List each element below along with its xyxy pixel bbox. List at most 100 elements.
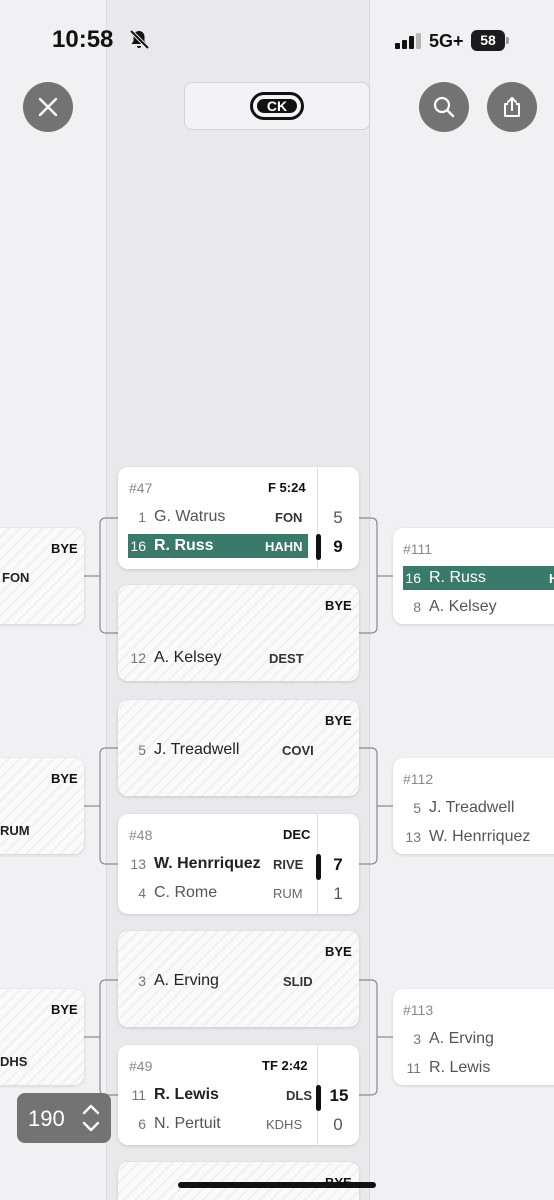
team-code: DEST — [269, 650, 304, 666]
close-button[interactable] — [23, 82, 73, 132]
team-code: COVI — [282, 742, 314, 758]
team-code: FON — [2, 570, 30, 585]
match-card-113[interactable]: #113 3 A. Erving S 11 R. Lewis — [393, 989, 554, 1085]
battery-level: 58 — [471, 30, 505, 51]
bye-card-erving[interactable]: BYE 3 A. Erving SLID — [118, 931, 359, 1027]
competitor-row: 3 A. Erving S — [403, 1027, 554, 1051]
seed: 13 — [130, 856, 146, 872]
match-number: #111 — [403, 541, 433, 557]
seed: 4 — [138, 885, 146, 901]
competitor-row: 13 W. Henrriquez R — [403, 825, 554, 849]
match-result-status: DEC — [283, 827, 311, 842]
bye-label: BYE — [325, 713, 352, 728]
competitor-row: 12 A. Kelsey DEST — [128, 646, 318, 670]
seed: 11 — [131, 1087, 146, 1103]
seed: 11 — [406, 1060, 421, 1076]
team-code: HAHN — [265, 538, 303, 554]
close-icon — [38, 97, 58, 117]
home-indicator[interactable] — [178, 1182, 376, 1188]
wrestler-name: R. Russ — [429, 569, 486, 586]
match-number: #48 — [129, 827, 153, 843]
competitor-row: 1 G. Watrus FON — [128, 505, 308, 529]
bye-label: BYE — [51, 771, 78, 786]
competitor-row: 3 A. Erving SLID — [128, 969, 318, 993]
competitor-row: 8 A. Kelsey DE — [403, 595, 554, 619]
cellular-signal-icon — [395, 33, 421, 49]
competitor-row: 5 J. Treadwell COVI — [128, 738, 318, 762]
bye-card-treadwell[interactable]: BYE 5 J. Treadwell COVI — [118, 700, 359, 796]
team-code: DHS — [0, 1054, 28, 1069]
competitor-row-winner: 16 R. Russ HAHN — [128, 534, 308, 558]
left-match-card-3[interactable]: BYE DHS — [0, 989, 84, 1085]
wrestler-name: C. Rome — [154, 884, 218, 901]
wrestler-name: R. Lewis — [154, 1086, 219, 1103]
bye-label: BYE — [325, 944, 352, 959]
match-card-112[interactable]: #112 5 J. Treadwell C 13 W. Henrriquez R — [393, 758, 554, 854]
score: 5 — [333, 508, 343, 527]
score: 7 — [333, 855, 343, 874]
team-code: KDHS — [266, 1116, 303, 1132]
network-type: 5G+ — [429, 31, 464, 51]
weight-class-stepper[interactable]: 190 — [17, 1093, 111, 1143]
battery-icon: 58 — [471, 30, 509, 51]
competitor-row-winner: 13 W. Henrriquez RIVE — [128, 852, 308, 876]
match-number: #112 — [403, 771, 434, 787]
match-card-47[interactable]: #47 F 5:24 1 G. Watrus FON 16 R. Russ HA… — [118, 467, 359, 569]
weight-class-value: 190 — [28, 1106, 65, 1131]
wrestler-name: W. Henrriquez — [429, 828, 531, 845]
seed: 13 — [405, 829, 421, 845]
seed: 5 — [138, 742, 146, 758]
seed: 16 — [405, 570, 421, 586]
wrestler-name: J. Treadwell — [429, 799, 515, 816]
match-card-49[interactable]: #49 TF 2:42 11 R. Lewis DLS 6 N. Pertuit… — [118, 1045, 359, 1145]
score: 15 — [329, 1086, 349, 1105]
bye-card-kelsey[interactable]: BYE 12 A. Kelsey DEST — [118, 585, 359, 681]
wrestler-name: W. Henrriquez — [154, 855, 261, 872]
brand-logo: CK — [184, 82, 370, 130]
bye-card-partial[interactable]: BYE — [118, 1162, 359, 1200]
wrestler-name: R. Lewis — [429, 1059, 491, 1076]
left-match-card-2[interactable]: BYE RUM — [0, 758, 84, 854]
wrestler-name: A. Kelsey — [429, 598, 497, 615]
competitor-row-winner: 11 R. Lewis DLS — [128, 1083, 312, 1107]
winner-indicator — [316, 854, 321, 880]
team-code: SLID — [283, 973, 313, 989]
bye-label: BYE — [51, 1002, 78, 1017]
bell-muted-icon — [129, 29, 150, 50]
team-code: RIVE — [273, 856, 304, 872]
score: 1 — [333, 884, 343, 903]
seed: 3 — [138, 973, 146, 989]
seed: 5 — [413, 800, 421, 816]
match-card-48[interactable]: #48 DEC 13 W. Henrriquez RIVE 4 C. Rome … — [118, 814, 359, 914]
match-number: #49 — [129, 1058, 153, 1074]
team-code: DLS — [286, 1087, 312, 1103]
team-code: RUM — [0, 823, 30, 838]
match-result-status: TF 2:42 — [262, 1058, 308, 1073]
share-icon — [504, 97, 520, 117]
score: 0 — [333, 1115, 343, 1134]
search-button[interactable] — [419, 82, 469, 132]
team-code: HA — [549, 570, 554, 586]
competitor-row: 5 J. Treadwell C — [403, 796, 554, 820]
wrestler-name: R. Russ — [154, 537, 214, 554]
competitor-row: 4 C. Rome RUM — [128, 881, 308, 905]
seed: 12 — [130, 650, 146, 666]
bye-label: BYE — [51, 541, 78, 556]
bye-label: BYE — [325, 598, 352, 613]
status-time: 10:58 — [52, 26, 114, 53]
match-card-111[interactable]: #111 16 R. Russ HA 8 A. Kelsey DE — [393, 528, 554, 624]
seed: 8 — [413, 599, 421, 615]
left-match-card-1[interactable]: BYE FON — [0, 528, 84, 624]
seed: 1 — [138, 509, 146, 525]
logo-icon: CK — [250, 92, 304, 120]
status-bar: 10:58 5G+ 58 — [0, 0, 554, 70]
competitor-row: 11 R. Lewis — [403, 1056, 554, 1080]
competitor-row: 6 N. Pertuit KDHS — [128, 1112, 308, 1136]
score: 9 — [333, 537, 343, 556]
competitor-row-winner: 16 R. Russ HA — [403, 566, 554, 590]
team-code: FON — [275, 509, 303, 525]
seed: 6 — [138, 1116, 146, 1132]
team-code: RUM — [273, 885, 303, 901]
stepper-arrows-icon[interactable] — [81, 1102, 101, 1134]
share-button[interactable] — [487, 82, 537, 132]
